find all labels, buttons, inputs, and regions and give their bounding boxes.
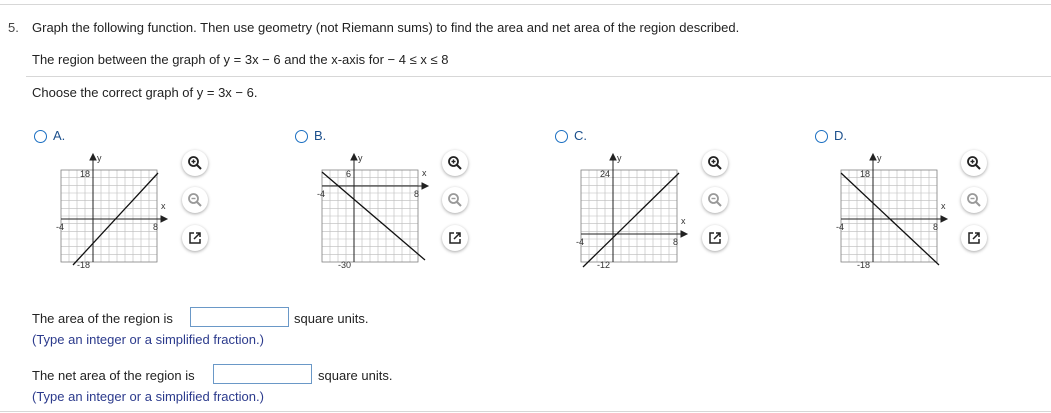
option-c-zoom-in-button[interactable] — [702, 150, 728, 176]
option-b-radio[interactable] — [295, 130, 308, 143]
grid-lines — [840, 169, 938, 263]
area-label: The area of the region is — [32, 311, 173, 326]
graph-plot: y x 18 -18 -4 8 — [56, 152, 169, 270]
option-a-radio[interactable] — [34, 130, 47, 143]
y-axis-label: y — [877, 153, 882, 163]
zoom-out-icon — [708, 193, 722, 207]
y-axis-label: y — [617, 153, 622, 163]
option-c-radio[interactable] — [555, 130, 568, 143]
x-axis-label: x — [941, 201, 946, 211]
y-axis-label: y — [358, 153, 363, 163]
zoom-in-icon — [188, 156, 202, 170]
open-new-window-icon — [968, 232, 980, 244]
grid-lines — [580, 169, 678, 263]
y-max-label: 24 — [600, 169, 610, 179]
zoom-in-icon — [708, 156, 722, 170]
net-area-label: The net area of the region is — [32, 368, 195, 383]
x-axis-label: x — [422, 168, 427, 178]
option-a-zoom-out-button[interactable] — [182, 187, 208, 213]
x-max-label: 8 — [153, 222, 158, 232]
y-min-label: -18 — [857, 260, 870, 270]
area-hint: (Type an integer or a simplified fractio… — [32, 332, 264, 347]
option-a-graph: y x 18 -18 -4 8 — [55, 150, 170, 273]
graph-instruction: Choose the correct graph of y = 3x − 6. — [32, 85, 258, 100]
net-area-hint: (Type an integer or a simplified fractio… — [32, 389, 264, 404]
option-b-label[interactable]: B. — [314, 128, 326, 143]
open-new-window-icon — [189, 232, 201, 244]
x-axis-label: x — [161, 201, 166, 211]
zoom-out-icon — [188, 193, 202, 207]
region-description: The region between the graph of y = 3x −… — [32, 52, 449, 67]
x-max-label: 8 — [414, 189, 419, 199]
option-c-enlarge-button[interactable] — [702, 225, 728, 251]
option-d-enlarge-button[interactable] — [961, 225, 987, 251]
option-a-label[interactable]: A. — [53, 128, 65, 143]
top-divider — [0, 4, 1051, 5]
area-units: square units. — [294, 311, 369, 326]
graph-plot: y x 18 -18 -4 8 — [836, 152, 949, 270]
zoom-out-icon — [448, 193, 462, 207]
zoom-in-icon — [967, 156, 981, 170]
graph-plot: y x 24 -12 -4 8 — [576, 152, 689, 270]
x-min-label: -4 — [576, 237, 584, 247]
option-d-graph: y x 18 -18 -4 8 — [835, 150, 950, 273]
option-c-graph: y x 24 -12 -4 8 — [575, 150, 690, 273]
question-number: 5. — [8, 20, 19, 35]
option-b-zoom-in-button[interactable] — [442, 150, 468, 176]
net-area-input[interactable] — [213, 364, 312, 384]
y-axis-label: y — [97, 153, 102, 163]
option-d-zoom-out-button[interactable] — [961, 187, 987, 213]
option-a-enlarge-button[interactable] — [182, 225, 208, 251]
y-max-label: 6 — [346, 169, 351, 179]
open-new-window-icon — [709, 232, 721, 244]
option-b-enlarge-button[interactable] — [442, 225, 468, 251]
x-min-label: -4 — [317, 189, 325, 199]
option-d-radio[interactable] — [815, 130, 828, 143]
option-a-zoom-in-button[interactable] — [182, 150, 208, 176]
function-line — [582, 172, 680, 268]
y-max-label: 18 — [80, 169, 90, 179]
net-area-units: square units. — [318, 368, 393, 383]
option-c-label[interactable]: C. — [574, 128, 587, 143]
open-new-window-icon — [449, 232, 461, 244]
option-d-label[interactable]: D. — [834, 128, 847, 143]
grid-lines — [60, 169, 158, 263]
option-c-zoom-out-button[interactable] — [702, 187, 728, 213]
section-divider — [26, 76, 1051, 77]
x-min-label: -4 — [836, 222, 844, 232]
question-prompt: Graph the following function. Then use g… — [32, 20, 740, 35]
area-input[interactable] — [190, 307, 289, 327]
x-min-label: -4 — [56, 222, 64, 232]
x-axis-label: x — [681, 216, 686, 226]
bottom-divider — [0, 411, 1051, 412]
option-b-zoom-out-button[interactable] — [442, 187, 468, 213]
x-max-label: 8 — [933, 222, 938, 232]
y-max-label: 18 — [860, 169, 870, 179]
graph-plot: y x 6 -30 -4 8 — [317, 152, 430, 270]
option-d-zoom-in-button[interactable] — [961, 150, 987, 176]
y-min-label: -18 — [77, 260, 90, 270]
y-min-label: -12 — [597, 260, 610, 270]
y-min-label: -30 — [338, 260, 351, 270]
x-max-label: 8 — [673, 237, 678, 247]
zoom-out-icon — [967, 193, 981, 207]
option-b-graph: y x 6 -30 -4 8 — [316, 150, 431, 273]
zoom-in-icon — [448, 156, 462, 170]
